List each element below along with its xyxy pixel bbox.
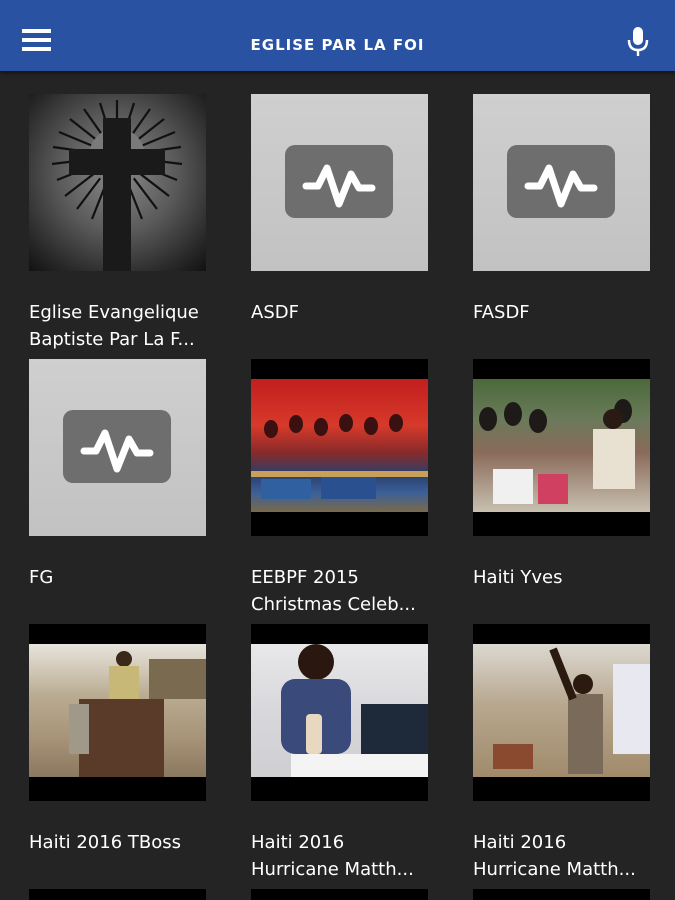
cross-thumbnail [29, 94, 206, 271]
grid-item[interactable]: Eglise Evangelique Baptiste Par La F... [29, 94, 206, 350]
item-caption: FG [29, 567, 54, 588]
video-placeholder-icon [63, 410, 171, 483]
grid-item[interactable]: Haiti 2016 TBoss [29, 624, 206, 874]
item-caption: FASDF [473, 302, 530, 323]
app-bar: EGLISE PAR LA FOI [0, 0, 675, 71]
video-thumbnail [29, 624, 206, 801]
video-thumbnail [251, 624, 428, 801]
microphone-icon[interactable] [625, 26, 651, 58]
placeholder-thumbnail [251, 94, 428, 271]
grid-item[interactable]: FASDF [473, 94, 650, 344]
grid-item[interactable]: EEBPF 2015 Christmas Celeb... [251, 359, 428, 615]
item-caption: Haiti 2016 Hurricane Matth... [473, 832, 636, 880]
grid-item[interactable]: Haiti 2016 Hurricane Matth... [473, 624, 650, 880]
item-caption: Haiti Yves [473, 567, 563, 588]
grid-item[interactable]: Haiti Yves [473, 359, 650, 609]
video-grid: Eglise Evangelique Baptiste Par La F... A… [0, 71, 675, 900]
grid-item-partial[interactable] [473, 889, 650, 900]
item-caption: ASDF [251, 302, 299, 323]
item-caption: Haiti 2016 Hurricane Matth... [251, 832, 414, 880]
item-caption: EEBPF 2015 Christmas Celeb... [251, 567, 416, 615]
grid-item-partial[interactable] [29, 889, 206, 900]
grid-item[interactable]: Haiti 2016 Hurricane Matth... [251, 624, 428, 880]
grid-item[interactable]: ASDF [251, 94, 428, 344]
grid-item-partial[interactable] [251, 889, 428, 900]
video-placeholder-icon [507, 145, 615, 218]
item-caption: Eglise Evangelique Baptiste Par La F... [29, 302, 199, 350]
placeholder-thumbnail [29, 359, 206, 536]
video-placeholder-icon [285, 145, 393, 218]
app-title: EGLISE PAR LA FOI [250, 36, 425, 54]
grid-item[interactable]: FG [29, 359, 206, 609]
item-caption: Haiti 2016 TBoss [29, 832, 181, 853]
placeholder-thumbnail [473, 94, 650, 271]
video-thumbnail [473, 624, 650, 801]
video-thumbnail [251, 359, 428, 536]
video-thumbnail [473, 359, 650, 536]
